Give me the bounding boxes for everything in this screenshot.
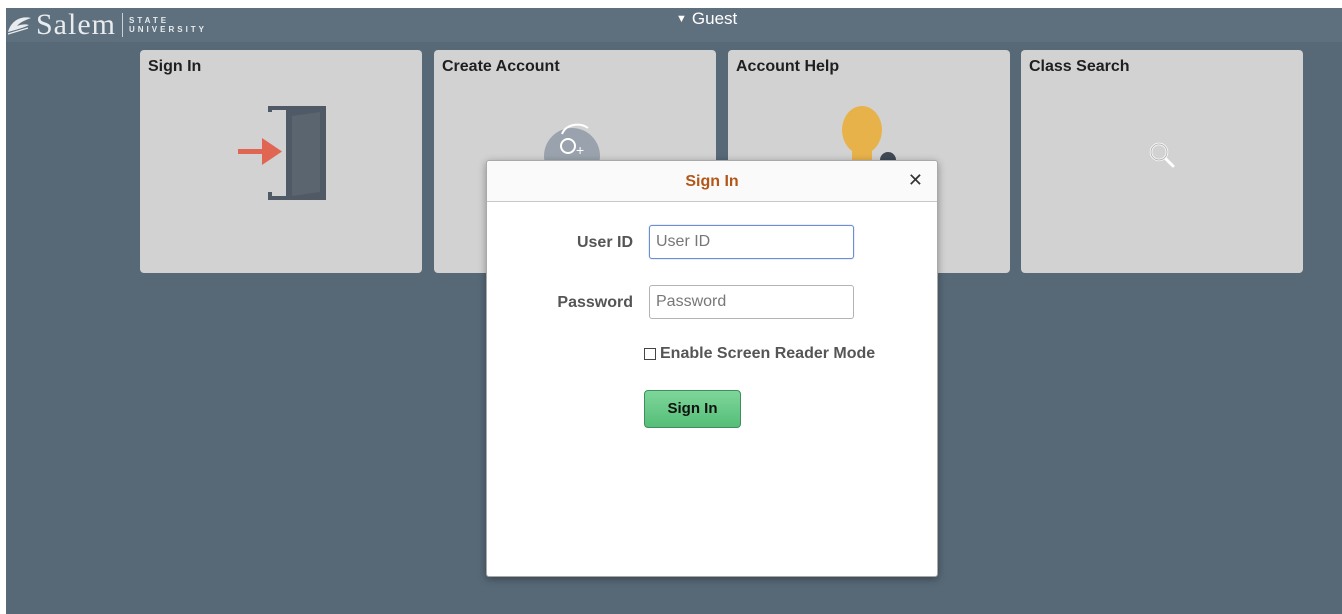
svg-text:+: +: [576, 142, 584, 158]
tile-title: Create Account: [442, 58, 560, 75]
user-id-input[interactable]: [649, 225, 854, 259]
sign-in-dialog: Sign In ✕ User ID Password Enable Screen…: [486, 160, 938, 577]
screen-reader-option[interactable]: Enable Screen Reader Mode: [644, 345, 875, 363]
sign-in-door-icon: [238, 106, 326, 200]
sign-in-button[interactable]: Sign In: [644, 390, 741, 428]
tile-sign-in[interactable]: Sign In: [140, 50, 422, 273]
logo-sub-state: STATE: [129, 16, 170, 25]
logo-subtitle: STATE UNIVERSITY: [129, 16, 207, 34]
dialog-title: Sign In: [685, 173, 739, 190]
university-logo: Salem STATE UNIVERSITY: [6, 8, 207, 42]
close-icon[interactable]: ✕: [908, 170, 923, 191]
caret-down-icon: ▼: [676, 13, 687, 25]
dialog-header: Sign In ✕: [487, 161, 937, 202]
screen-reader-label: Enable Screen Reader Mode: [660, 345, 876, 362]
guest-label: Guest: [691, 9, 738, 28]
top-banner: Salem STATE UNIVERSITY ▼ Guest: [6, 8, 1342, 42]
user-gear-icon: [842, 106, 896, 164]
logo-name: Salem: [36, 8, 116, 41]
password-label: Password: [557, 294, 633, 311]
logo-sub-university: UNIVERSITY: [129, 25, 208, 34]
portal-background: Salem STATE UNIVERSITY ▼ Guest Sign In C…: [6, 8, 1342, 614]
screen-reader-checkbox[interactable]: [644, 348, 656, 360]
tile-title: Account Help: [736, 58, 840, 75]
logo-leaf-icon: [7, 17, 31, 35]
user-id-label: User ID: [576, 234, 633, 251]
search-icon: [1149, 142, 1175, 168]
logo-divider: [122, 13, 123, 37]
guest-menu[interactable]: ▼ Guest: [676, 8, 737, 30]
tile-class-search[interactable]: Class Search: [1021, 50, 1303, 273]
password-input[interactable]: [649, 285, 854, 319]
tile-title: Class Search: [1029, 58, 1130, 75]
tile-title: Sign In: [148, 58, 202, 75]
